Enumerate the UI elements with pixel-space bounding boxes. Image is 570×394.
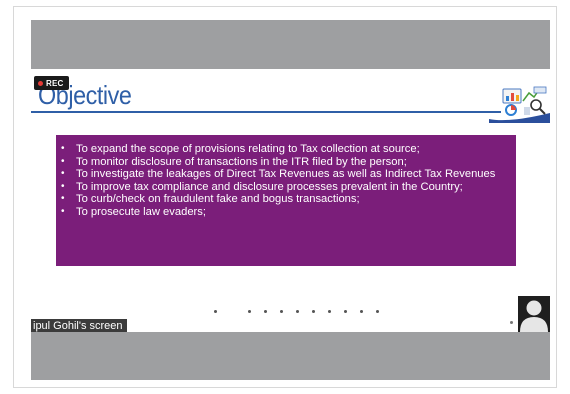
- slide-dot[interactable]: [376, 310, 379, 313]
- shared-screen-view: Objective To expand the scope of provisi…: [31, 20, 550, 380]
- list-item: To prosecute law evaders;: [60, 206, 506, 219]
- slide-dot[interactable]: [264, 310, 267, 313]
- slide-dot[interactable]: [328, 310, 331, 313]
- tax-analytics-logo-icon: [489, 86, 550, 123]
- slide-dot[interactable]: [312, 310, 315, 313]
- recording-indicator: REC: [34, 76, 69, 90]
- objectives-panel: To expand the scope of provisions relati…: [56, 135, 516, 266]
- user-avatar-icon: [518, 296, 550, 332]
- slide-dot[interactable]: [280, 310, 283, 313]
- presentation-slide: Objective To expand the scope of provisi…: [31, 69, 550, 333]
- list-item: To curb/check on fraudulent fake and bog…: [60, 193, 506, 206]
- slide-dot[interactable]: [248, 310, 251, 313]
- recording-label: REC: [46, 78, 64, 88]
- list-item: To monitor disclosure of transactions in…: [60, 156, 506, 169]
- screen-owner-label: ipul Gohil's screen: [31, 319, 127, 333]
- slide-dot[interactable]: [296, 310, 299, 313]
- participant-thumbnail[interactable]: [518, 296, 550, 332]
- title-underline: [31, 111, 501, 113]
- record-dot-icon: [38, 80, 43, 86]
- list-item: To investigate the leakages of Direct Ta…: [60, 168, 506, 181]
- objectives-list: To expand the scope of provisions relati…: [60, 143, 506, 219]
- list-item: To expand the scope of provisions relati…: [60, 143, 506, 156]
- separator-dot: [510, 321, 513, 324]
- screen-top-letterbox: [31, 20, 550, 69]
- list-item: To improve tax compliance and disclosure…: [60, 181, 506, 194]
- screen-bottom-letterbox: [31, 332, 550, 380]
- slide-dot[interactable]: [360, 310, 363, 313]
- slide-dot[interactable]: [344, 310, 347, 313]
- slide-dot[interactable]: [214, 310, 217, 313]
